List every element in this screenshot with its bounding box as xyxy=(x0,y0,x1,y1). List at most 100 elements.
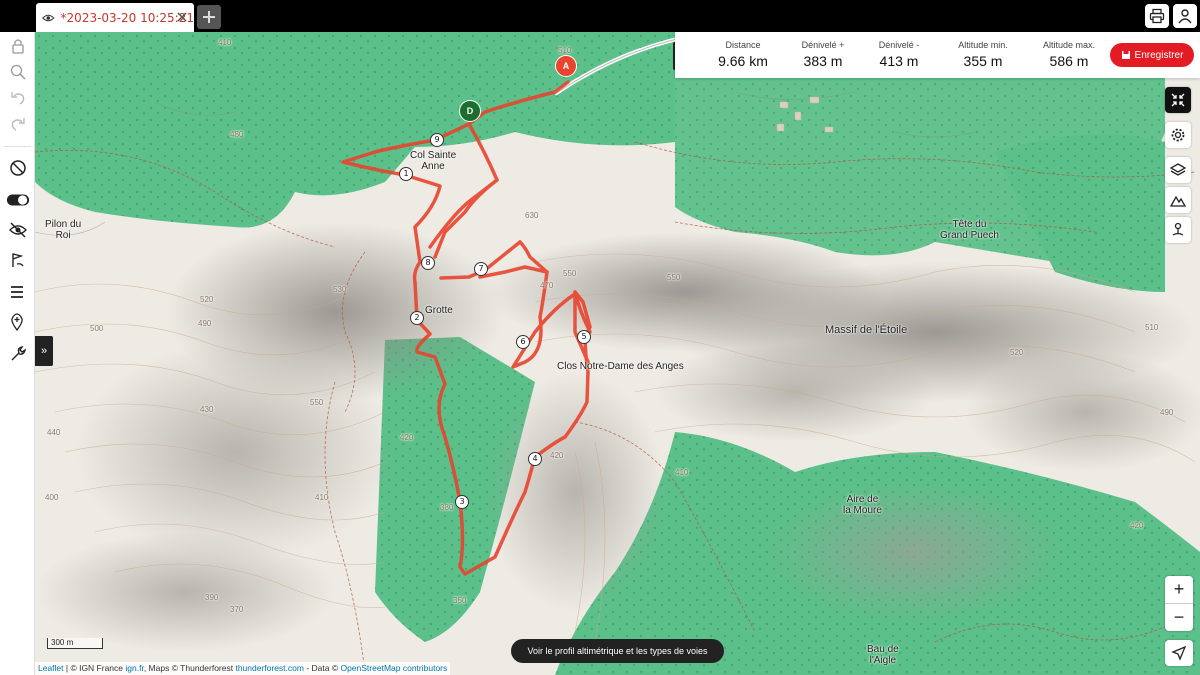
leaflet-link[interactable]: Leaflet xyxy=(38,663,64,673)
contour-label: 520 xyxy=(200,295,214,304)
lock-button[interactable] xyxy=(4,34,31,58)
stat-value: 383 m xyxy=(803,53,843,69)
menu-button[interactable] xyxy=(4,280,31,304)
add-point-button[interactable] xyxy=(4,310,31,334)
user-icon xyxy=(1178,9,1192,24)
settings-button[interactable] xyxy=(1165,122,1191,148)
end-marker[interactable]: A xyxy=(555,55,577,77)
place-pilon-du-roi: Pilon du Roi xyxy=(45,219,82,241)
add-tab-button[interactable] xyxy=(197,5,221,29)
waypoint[interactable]: 1 xyxy=(399,167,413,181)
contour-label: 480 xyxy=(230,130,244,139)
minus-icon: − xyxy=(1173,607,1185,627)
waypoint[interactable]: 2 xyxy=(410,311,424,325)
contour-label: 400 xyxy=(45,493,59,502)
redo-icon xyxy=(11,118,25,131)
stat-value: 355 m xyxy=(963,53,1003,69)
waypoint[interactable]: 9 xyxy=(430,133,444,147)
waypoint[interactable]: 3 xyxy=(455,495,469,509)
double-chevron-icon: » xyxy=(40,345,48,357)
scale-bar: 300 m xyxy=(47,638,103,649)
place-col-sainte-anne: Col Sainte Anne xyxy=(410,150,457,172)
contour-label: 380 xyxy=(440,503,454,512)
pin-person-icon xyxy=(1172,222,1184,236)
lock-icon xyxy=(11,39,24,54)
waypoint[interactable]: 6 xyxy=(516,335,530,349)
contour-label: 490 xyxy=(198,319,212,328)
zoom-to-track-button[interactable] xyxy=(4,60,31,84)
contour-label: 630 xyxy=(525,211,539,220)
pin-plus-icon xyxy=(10,313,23,331)
waypoint[interactable]: 4 xyxy=(528,452,542,466)
contour-label: 350 xyxy=(453,596,467,605)
layers-button[interactable] xyxy=(1165,157,1191,183)
place-grotte: Grotte xyxy=(425,305,453,316)
elevation-profile-button[interactable]: Voir le profil altimétrique et les types… xyxy=(511,639,724,663)
undo-button[interactable] xyxy=(4,86,31,110)
map-tiles xyxy=(35,32,1200,675)
minimize-arrows-icon xyxy=(1171,93,1185,107)
zoom-control: + − xyxy=(1165,576,1193,631)
flag-route-icon xyxy=(11,253,24,267)
track-tab[interactable]: *2023-03-20 10:25:21 xyxy=(36,3,194,32)
expand-panel-button[interactable]: » xyxy=(35,336,53,366)
contour-label: 550 xyxy=(563,269,577,278)
wrench-icon xyxy=(11,345,26,361)
stat-value: 9.66 km xyxy=(718,53,768,69)
place-aire-de-la-moure: Aire de la Moure xyxy=(843,494,882,516)
route-flag-button[interactable] xyxy=(4,248,31,272)
waypoint[interactable]: 7 xyxy=(474,262,488,276)
contour-label: 500 xyxy=(90,324,104,333)
locate-me-button[interactable] xyxy=(1165,640,1193,666)
toggle-switch-icon xyxy=(6,194,29,206)
layers-icon xyxy=(1170,163,1186,176)
no-routing-icon xyxy=(9,160,26,176)
toolbar-divider xyxy=(4,146,31,147)
stat-altitude-min: Altitude min. 355 m xyxy=(941,40,1025,69)
terrain-button[interactable] xyxy=(1165,187,1191,213)
contour-label: 510 xyxy=(1145,323,1159,332)
contour-label: 470 xyxy=(540,281,554,290)
contour-label: 410 xyxy=(218,38,232,47)
tools-button[interactable] xyxy=(4,342,31,366)
account-button[interactable] xyxy=(1173,4,1197,28)
contour-label: 410 xyxy=(675,468,689,477)
stat-label: Dénivelé - xyxy=(878,40,920,50)
zoom-out-button[interactable]: − xyxy=(1165,604,1193,631)
ign-link[interactable]: ign.fr xyxy=(125,663,143,673)
contour-label: 550 xyxy=(667,273,681,282)
app-window: *2023-03-20 10:25:21 410 510 480 630 550… xyxy=(0,0,1200,675)
gear-icon xyxy=(1171,128,1185,142)
attribution-text: - Data © xyxy=(303,663,341,673)
list-icon xyxy=(10,286,23,298)
waypoint[interactable]: 5 xyxy=(577,330,591,344)
close-icon[interactable] xyxy=(176,11,188,23)
start-marker[interactable]: D xyxy=(459,100,481,122)
map-view[interactable]: 410 510 480 630 550 520 500 490 530 550 … xyxy=(35,32,1200,675)
osm-link[interactable]: OpenStreetMap contributors xyxy=(340,663,447,673)
hide-button[interactable] xyxy=(4,218,31,242)
routing-toggle-button[interactable] xyxy=(4,156,31,180)
stat-value: 413 m xyxy=(879,53,919,69)
stat-value: 586 m xyxy=(1049,53,1089,69)
tab-title: *2023-03-20 10:25:21 xyxy=(60,10,194,25)
save-button[interactable]: Enregistrer xyxy=(1110,43,1194,67)
undo-icon xyxy=(10,92,24,105)
fullscreen-exit-button[interactable] xyxy=(1165,87,1191,113)
print-button[interactable] xyxy=(1145,4,1169,28)
waypoint[interactable]: 8 xyxy=(421,256,435,270)
thunderforest-link[interactable]: thunderforest.com xyxy=(235,663,304,673)
mode-switch[interactable] xyxy=(4,188,31,212)
eye-icon[interactable] xyxy=(42,10,55,26)
zoom-in-button[interactable]: + xyxy=(1165,576,1193,603)
left-toolbar xyxy=(0,32,35,675)
contour-label: 420 xyxy=(550,451,564,460)
attribution-text: , Maps © Thunderforest xyxy=(143,663,236,673)
contour-label: 530 xyxy=(333,285,347,294)
map-attribution: Leaflet | © IGN France ign.fr, Maps © Th… xyxy=(35,662,451,675)
locate-poi-button[interactable] xyxy=(1165,217,1191,243)
stat-label: Distance xyxy=(725,40,761,50)
save-label: Enregistrer xyxy=(1134,49,1184,61)
redo-button[interactable] xyxy=(4,112,31,136)
eye-off-icon xyxy=(8,222,27,238)
